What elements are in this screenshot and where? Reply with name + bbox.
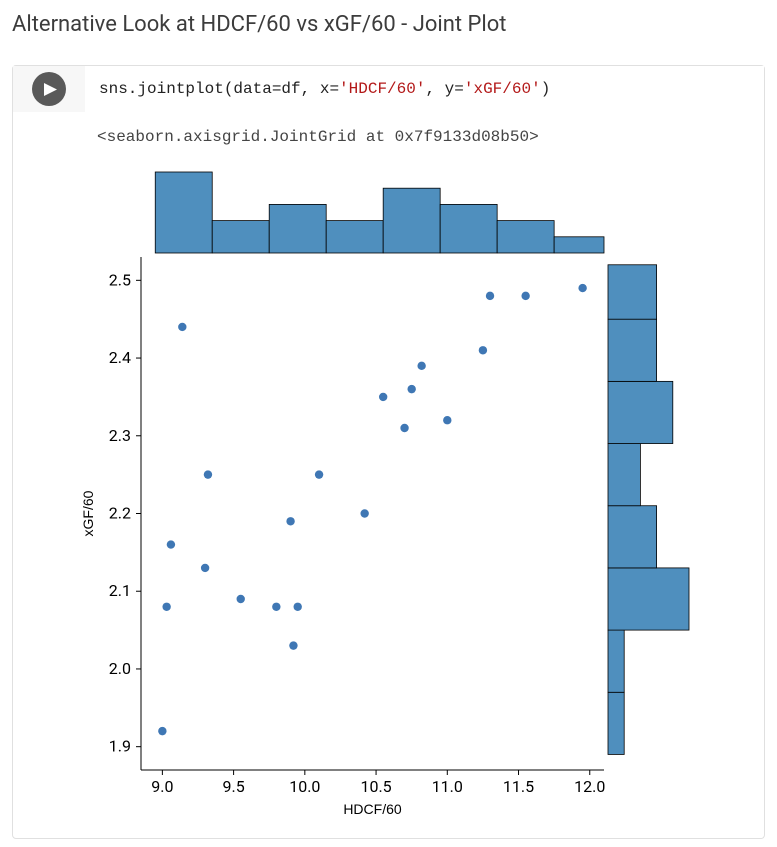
svg-text:2.2: 2.2	[109, 504, 131, 523]
svg-text:2.3: 2.3	[109, 426, 131, 445]
svg-text:11.0: 11.0	[432, 777, 463, 796]
svg-text:2.4: 2.4	[109, 348, 131, 367]
execution-gutter	[13, 66, 85, 112]
code-input-row: sns.jointplot(data=df, x='HDCF/60', y='x…	[13, 66, 764, 112]
svg-text:HDCF/60: HDCF/60	[343, 801, 402, 817]
code-token: , y=	[425, 80, 463, 98]
code-string: 'HDCF/60'	[339, 80, 425, 98]
notebook-cell: sns.jointplot(data=df, x='HDCF/60', y='x…	[12, 65, 765, 839]
svg-text:2.0: 2.0	[109, 659, 131, 678]
code-string: 'xGF/60'	[464, 80, 541, 98]
code-token: )	[541, 80, 551, 98]
output-repr: <seaborn.axisgrid.JointGrid at 0x7f9133d…	[13, 112, 764, 164]
svg-text:xGF/60: xGF/60	[80, 490, 96, 536]
svg-text:1.9: 1.9	[109, 737, 131, 756]
chart-output: 9.0 9.5 10.0 10.5 11.0 11.5 12.0 1.9 2.0 2.1 2.2 2.…	[13, 164, 764, 838]
svg-text:2.5: 2.5	[109, 270, 131, 289]
svg-text:11.5: 11.5	[503, 777, 534, 796]
svg-text:9.5: 9.5	[222, 777, 244, 796]
svg-text:10.5: 10.5	[360, 777, 391, 796]
svg-text:2.1: 2.1	[109, 581, 131, 600]
joint-plot: 9.0 9.5 10.0 10.5 11.0 11.5 12.0 1.9 2.0 2.1 2.2 2.…	[73, 168, 693, 828]
svg-text:12.0: 12.0	[574, 777, 605, 796]
section-heading: Alternative Look at HDCF/60 vs xGF/60 - …	[12, 12, 765, 37]
code-token: sns.jointplot(data=df, x=	[99, 80, 339, 98]
code-editor[interactable]: sns.jointplot(data=df, x='HDCF/60', y='x…	[85, 68, 764, 110]
svg-text:10.0: 10.0	[289, 777, 320, 796]
svg-text:9.0: 9.0	[151, 777, 173, 796]
run-cell-button[interactable]	[32, 72, 66, 106]
play-icon	[44, 83, 57, 96]
